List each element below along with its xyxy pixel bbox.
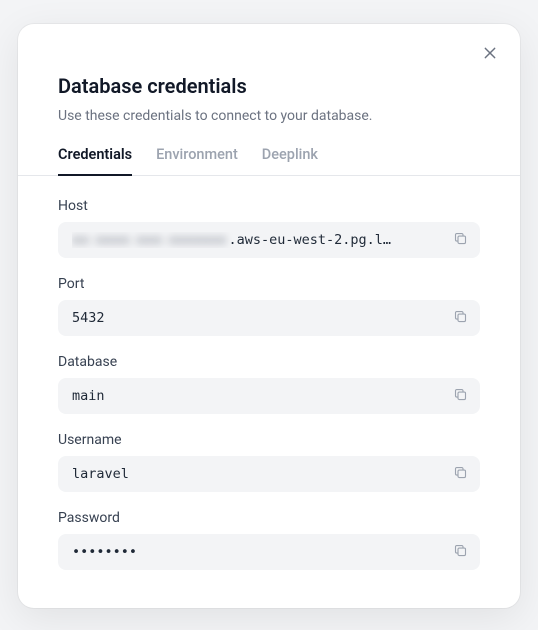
tabs: Credentials Environment Deeplink [18,146,520,176]
copy-icon [453,309,468,327]
tab-environment[interactable]: Environment [156,146,238,175]
close-button[interactable] [478,42,502,66]
modal-title: Database credentials [58,74,480,98]
field-port: Port 5432 [58,276,480,336]
copy-port-button[interactable] [450,308,470,328]
tab-credentials[interactable]: Credentials [58,146,132,175]
copy-icon [453,465,468,483]
database-value: main [72,388,436,404]
username-value: laravel [72,466,436,482]
fields-container: Host xx-xxxx-xxx-xxxxxxx .aws-eu-west-2.… [58,198,480,570]
username-label: Username [58,432,480,448]
field-database: Database main [58,354,480,414]
database-label: Database [58,354,480,370]
username-value-box: laravel [58,456,480,492]
port-label: Port [58,276,480,292]
copy-icon [453,387,468,405]
field-host: Host xx-xxxx-xxx-xxxxxxx .aws-eu-west-2.… [58,198,480,258]
host-value: xx-xxxx-xxx-xxxxxxx .aws-eu-west-2.pg.l… [72,232,436,248]
password-value-box: •••••••• [58,534,480,570]
password-label: Password [58,510,480,526]
database-value-box: main [58,378,480,414]
credentials-modal: Database credentials Use these credentia… [18,24,520,608]
copy-password-button[interactable] [450,542,470,562]
field-password: Password •••••••• [58,510,480,570]
port-value: 5432 [72,310,436,326]
field-username: Username laravel [58,432,480,492]
host-visible-part: .aws-eu-west-2.pg.l… [228,232,436,248]
copy-icon [453,543,468,561]
port-value-box: 5432 [58,300,480,336]
host-label: Host [58,198,480,214]
copy-username-button[interactable] [450,464,470,484]
password-value: •••••••• [72,544,436,560]
copy-icon [453,231,468,249]
host-value-box: xx-xxxx-xxx-xxxxxxx .aws-eu-west-2.pg.l… [58,222,480,258]
copy-host-button[interactable] [450,230,470,250]
close-icon [482,45,498,64]
host-obscured-part: xx-xxxx-xxx-xxxxxxx [72,232,226,248]
modal-subtitle: Use these credentials to connect to your… [58,108,480,124]
tab-deeplink[interactable]: Deeplink [262,146,318,175]
copy-database-button[interactable] [450,386,470,406]
